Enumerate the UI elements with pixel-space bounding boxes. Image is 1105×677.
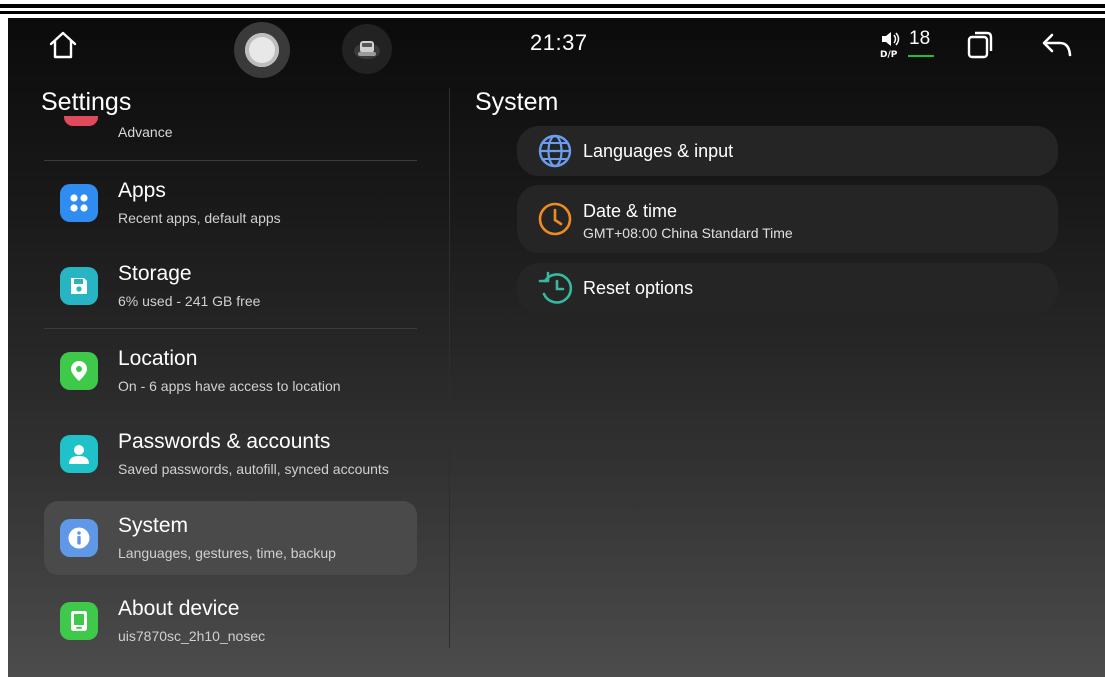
- settings-panel: Settings Advance Apps Recent apps, defau…: [8, 80, 448, 677]
- back-icon[interactable]: [1040, 30, 1074, 60]
- system-item-date-time[interactable]: Date & time GMT+08:00 China Standard Tim…: [517, 185, 1058, 253]
- storage-icon: [60, 267, 98, 305]
- settings-item-apps[interactable]: Apps Recent apps, default apps: [44, 166, 417, 240]
- device-icon: [60, 602, 98, 640]
- car-button[interactable]: [342, 24, 392, 74]
- system-item-languages[interactable]: Languages & input: [517, 126, 1058, 176]
- item-subtitle: uis7870sc_2h10_nosec: [118, 628, 266, 644]
- assistant-icon: [245, 33, 279, 67]
- volume-underline: [908, 55, 934, 57]
- section-title: System: [475, 88, 559, 116]
- advance-label[interactable]: Advance: [118, 124, 172, 140]
- settings-item-system[interactable]: System Languages, gestures, time, backup: [44, 501, 417, 575]
- item-subtitle: On - 6 apps have access to location: [118, 378, 341, 394]
- globe-icon: [538, 134, 572, 168]
- advance-icon: [64, 116, 98, 128]
- item-subtitle: Saved passwords, autofill, synced accoun…: [118, 461, 389, 477]
- item-subtitle: 6% used - 241 GB free: [118, 293, 261, 309]
- system-item-reset-options[interactable]: Reset options: [517, 263, 1058, 313]
- frame-top-line: [0, 4, 1105, 8]
- settings-item-accounts[interactable]: Passwords & accounts Saved passwords, au…: [44, 417, 417, 491]
- page-title: Settings: [41, 88, 132, 116]
- frame-top-line-2: [0, 11, 1105, 14]
- apps-icon: [60, 184, 98, 222]
- location-icon: [60, 352, 98, 390]
- volume-label: D/P: [880, 50, 898, 58]
- settings-item-location[interactable]: Location On - 6 apps have access to loca…: [44, 334, 417, 408]
- assistant-button[interactable]: [234, 22, 290, 78]
- clock-icon: [538, 202, 572, 236]
- clock: 21:37: [530, 30, 588, 55]
- divider: [44, 328, 417, 329]
- item-title: Location: [118, 347, 198, 370]
- recent-apps-icon[interactable]: [966, 30, 994, 60]
- settings-item-storage[interactable]: Storage 6% used - 241 GB free: [44, 249, 417, 323]
- screen: 21:37 D/P 18 Settings Advance Apps Recen…: [8, 18, 1105, 677]
- item-subtitle: Recent apps, default apps: [118, 210, 281, 226]
- item-title: Passwords & accounts: [118, 430, 331, 453]
- card-title: Date & time: [583, 201, 678, 221]
- volume-level: 18: [909, 28, 931, 49]
- divider: [44, 160, 417, 161]
- settings-item-about-device[interactable]: About device uis7870sc_2h10_nosec: [44, 584, 417, 658]
- card-title: Languages & input: [583, 141, 734, 161]
- card-subtitle: GMT+08:00 China Standard Time: [583, 225, 793, 241]
- car-icon: [354, 41, 380, 59]
- item-title: Storage: [118, 262, 192, 285]
- status-bar: 21:37 D/P 18: [8, 18, 1105, 80]
- panel-divider: [449, 88, 450, 648]
- card-title: Reset options: [583, 278, 694, 298]
- account-icon: [60, 435, 98, 473]
- item-title: Apps: [118, 179, 166, 202]
- item-title: About device: [118, 597, 240, 620]
- item-title: System: [118, 514, 189, 537]
- home-icon[interactable]: [46, 28, 80, 62]
- restore-icon: [538, 271, 573, 304]
- info-icon: [60, 519, 98, 557]
- volume-icon[interactable]: D/P: [880, 32, 902, 58]
- item-subtitle: Languages, gestures, time, backup: [118, 545, 336, 561]
